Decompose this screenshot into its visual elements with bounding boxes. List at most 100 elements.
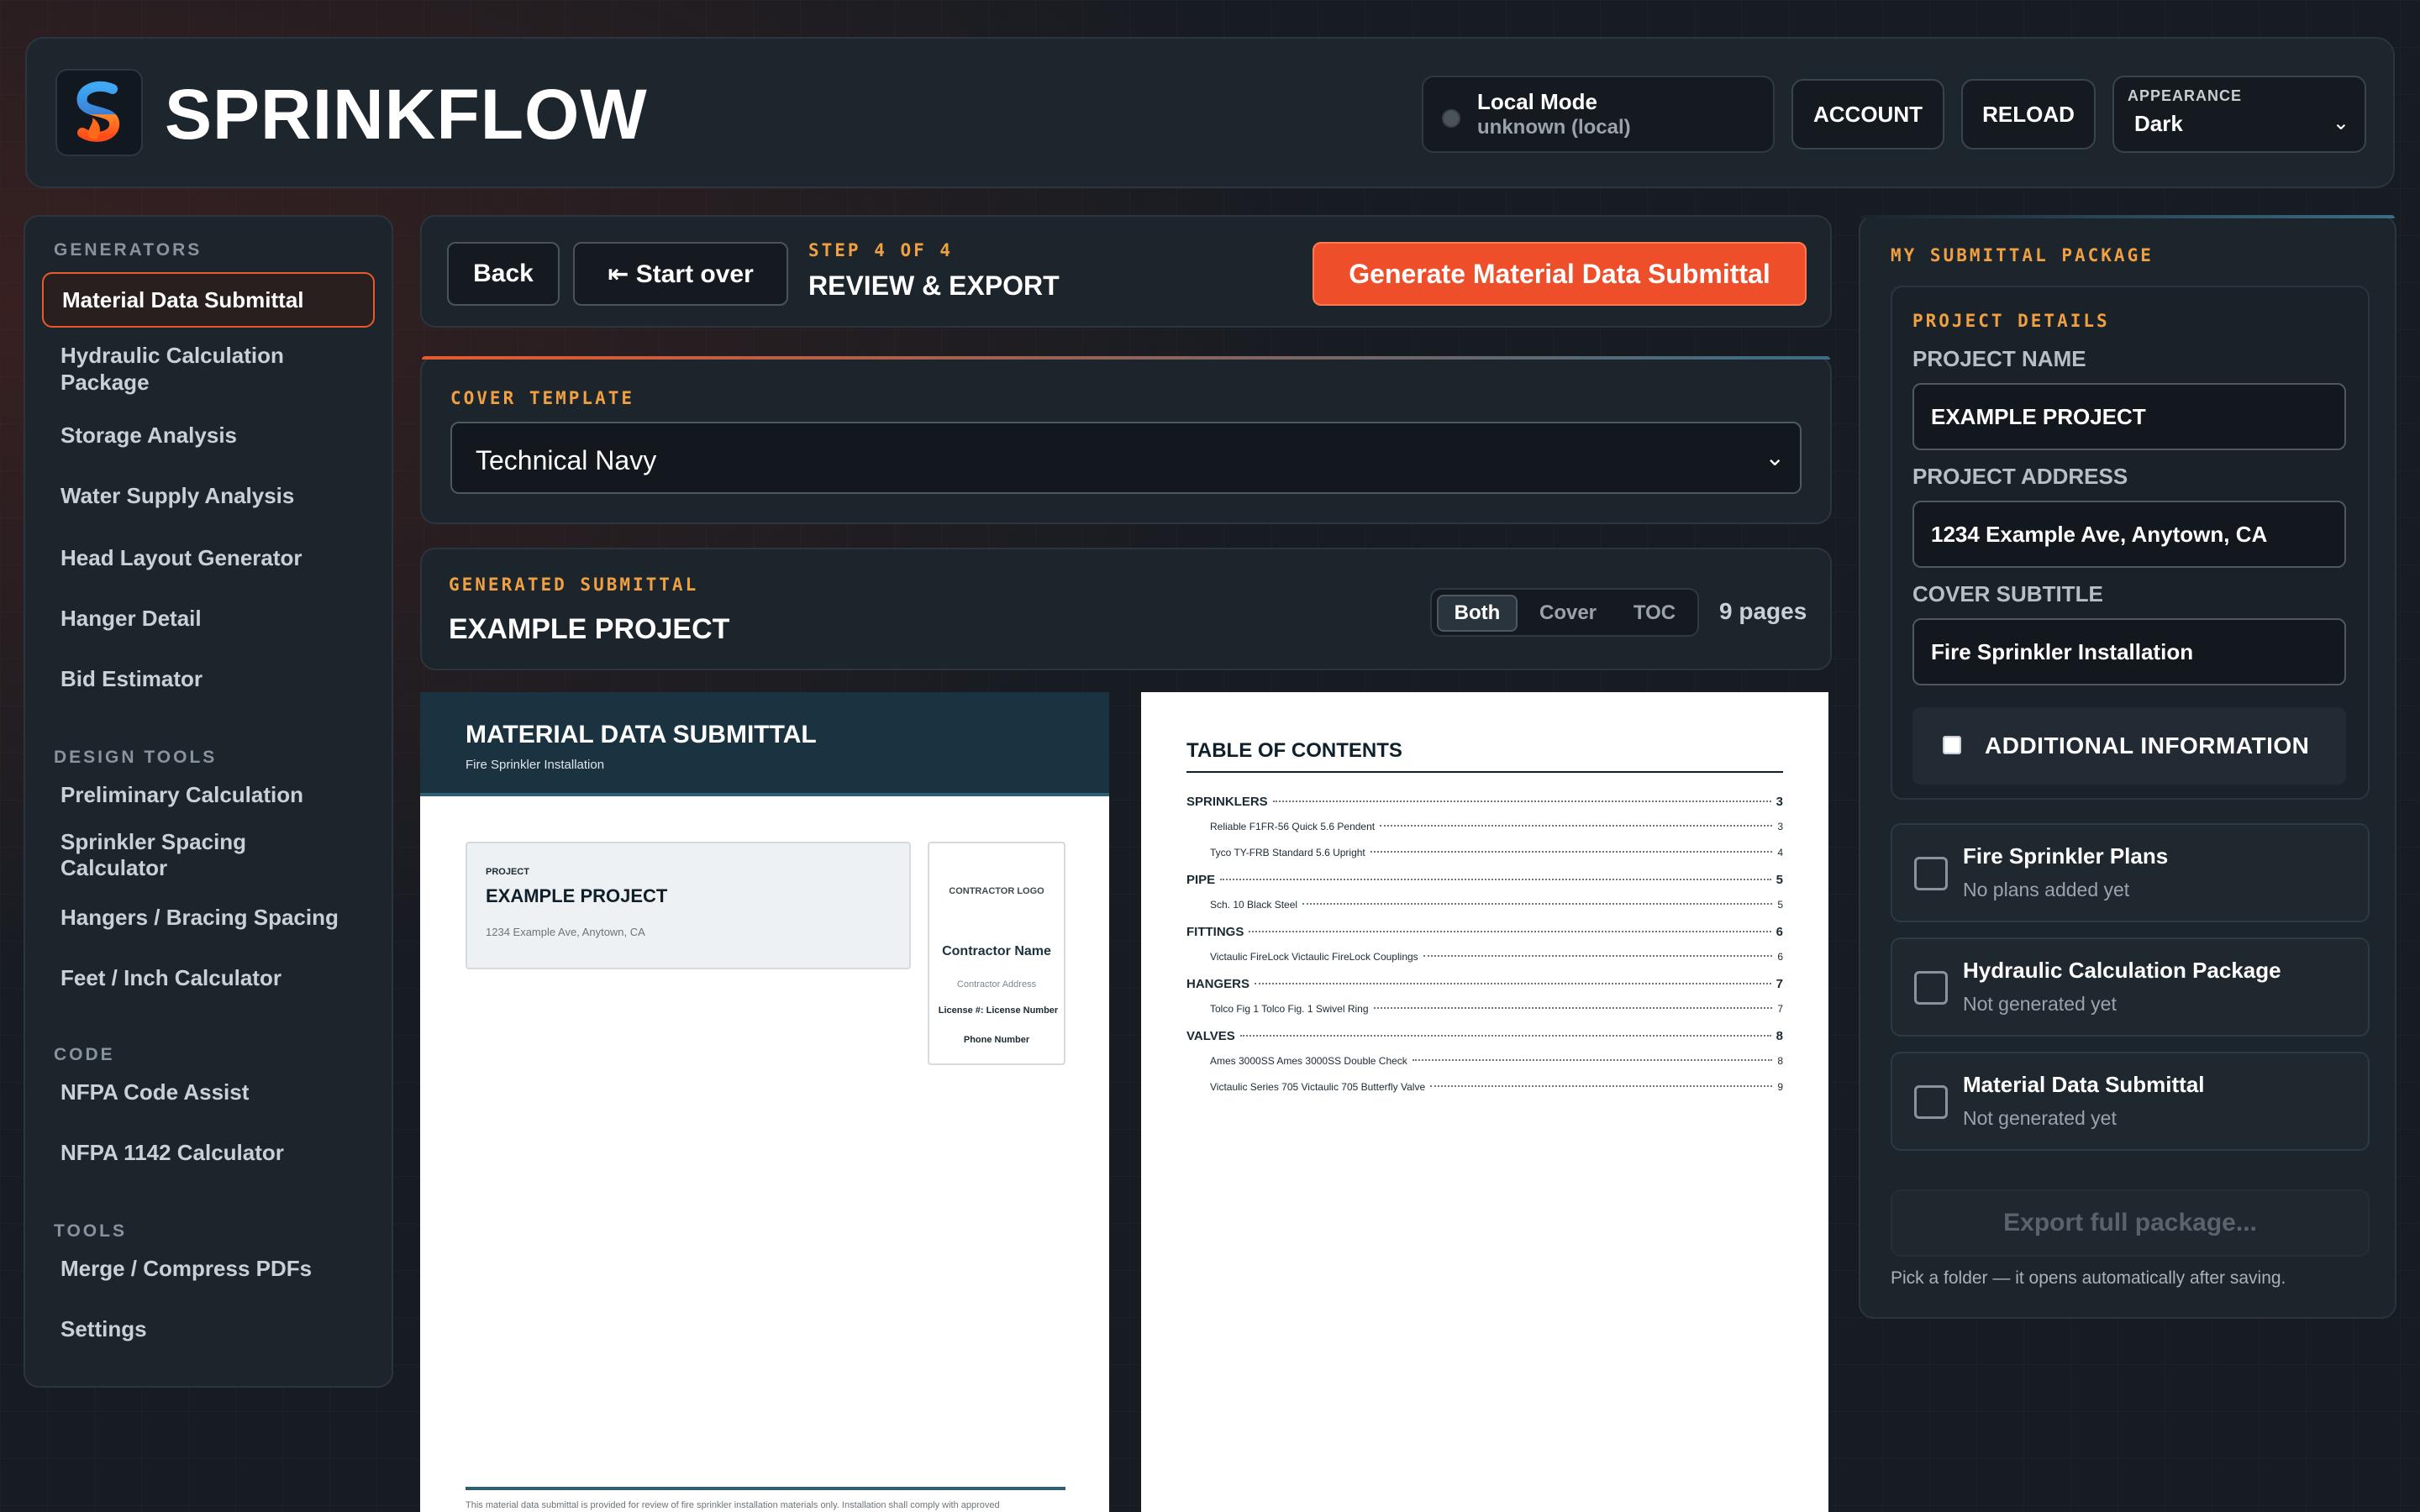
toc-row-page: 6: [1776, 925, 1783, 939]
toc-row-text: SPRINKLERS: [1186, 795, 1268, 809]
sidebar-item-preliminary-calculation[interactable]: Preliminary Calculation: [42, 771, 375, 818]
toc-row-text: Tyco TY-FRB Standard 5.6 Upright: [1210, 847, 1365, 858]
package-item-hydraulic-calculation-package[interactable]: Hydraulic Calculation Package Not genera…: [1891, 937, 2370, 1037]
toc-row-page: 3: [1777, 821, 1783, 832]
package-item-status: No plans added yet: [1963, 879, 2130, 900]
export-hint: Pick a folder — it opens automatically a…: [1891, 1268, 2286, 1288]
sidebar-item-head-layout-generator[interactable]: Head Layout Generator: [42, 534, 375, 581]
sidebar-item-hydraulic-calculation-package[interactable]: Hydraulic Calculation Package: [42, 339, 375, 398]
sidebar-item-feet-inch-calculator[interactable]: Feet / Inch Calculator: [42, 954, 375, 1001]
toc-entry-row: Ames 3000SS Ames 3000SS Double Check 8: [1186, 1055, 1783, 1081]
cover-footer-rule: [466, 1487, 1065, 1490]
generate-submittal-button[interactable]: Generate Material Data Submittal: [1313, 242, 1807, 306]
cover-template-select[interactable]: Technical Navy ⌄: [450, 422, 1802, 494]
chevron-down-icon: ⌄: [2332, 112, 2349, 134]
contractor-name: Contractor Name: [942, 944, 1051, 958]
sidebar-item-settings[interactable]: Settings: [42, 1305, 375, 1352]
contractor-address: Contractor Address: [956, 979, 1037, 990]
reload-button[interactable]: RELOAD: [1961, 79, 2096, 150]
additional-information-checkbox[interactable]: [1943, 736, 1961, 754]
package-item-checkbox[interactable]: [1914, 1085, 1948, 1119]
toc-leader-dots: [1380, 825, 1773, 827]
toc-leader-dots: [1370, 851, 1773, 853]
generated-submittal-panel: GENERATED SUBMITTAL EXAMPLE PROJECT Both…: [420, 548, 1832, 670]
toc-row-page: 4: [1777, 847, 1783, 858]
toc-row-page: 7: [1776, 977, 1783, 991]
toc-row-page: 3: [1776, 795, 1783, 809]
chevron-down-icon: ⌄: [1765, 444, 1785, 470]
export-full-package-button[interactable]: Export full package...: [1891, 1189, 2370, 1257]
contractor-license: License #: License Number: [938, 1005, 1059, 1016]
toc-row-page: 7: [1777, 1003, 1783, 1015]
toc-entry-row: Victaulic FireLock Victaulic FireLock Co…: [1186, 951, 1783, 977]
app-header: SPRINKFLOW Local Mode unknown (local) AC…: [25, 37, 2395, 188]
sidebar-item-bid-estimator[interactable]: Bid Estimator: [42, 655, 375, 702]
mode-title: Local Mode: [1477, 89, 1598, 114]
package-item-fire-sprinkler-plans[interactable]: Fire Sprinkler Plans No plans added yet: [1891, 823, 2370, 922]
step-toolbar: Back ⇤ Start over STEP 4 OF 4 REVIEW & E…: [420, 215, 1832, 328]
package-item-material-data-submittal[interactable]: Material Data Submittal Not generated ye…: [1891, 1052, 2370, 1151]
cover-disclaimer: This material data submittal is provided…: [466, 1500, 1000, 1510]
toc-entry-row: Tyco TY-FRB Standard 5.6 Upright 4: [1186, 847, 1783, 873]
toc-section-row: HANGERS 7: [1186, 977, 1783, 1003]
sidebar-item-hanger-detail[interactable]: Hanger Detail: [42, 595, 375, 642]
sidebar-item-water-supply-analysis[interactable]: Water Supply Analysis: [42, 472, 375, 519]
cover-subtitle-field[interactable]: Fire Sprinkler Installation: [1912, 618, 2346, 685]
submittal-package-label: MY SUBMITTAL PACKAGE: [1891, 245, 2154, 265]
sidebar-item-merge-compress-pdfs[interactable]: Merge / Compress PDFs: [42, 1245, 375, 1292]
package-item-title: Fire Sprinkler Plans: [1963, 843, 2169, 869]
generated-project-title: EXAMPLE PROJECT: [449, 613, 730, 645]
view-cover-tab[interactable]: Cover: [1526, 595, 1610, 632]
cover-page-subtitle: Fire Sprinkler Installation: [466, 758, 605, 772]
app-title: SPRINKFLOW: [165, 75, 648, 154]
view-toc-tab[interactable]: TOC: [1615, 595, 1694, 632]
project-details-label: PROJECT DETAILS: [1912, 311, 2110, 331]
toc-row-page: 5: [1777, 899, 1783, 911]
project-address-field[interactable]: 1234 Example Ave, Anytown, CA: [1912, 501, 2346, 568]
project-name-field[interactable]: EXAMPLE PROJECT: [1912, 383, 2346, 450]
generated-submittal-label: GENERATED SUBMITTAL: [449, 575, 699, 595]
toc-section-row: FITTINGS 6: [1186, 925, 1783, 951]
local-mode-status: Local Mode unknown (local): [1422, 76, 1775, 153]
sidebar-item-sprinkler-spacing-calculator[interactable]: Sprinkler Spacing Calculator: [42, 829, 375, 880]
toc-row-text: Reliable F1FR-56 Quick 5.6 Pendent: [1210, 821, 1376, 832]
sidebar-item-nfpa-code-assist[interactable]: NFPA Code Assist: [42, 1068, 375, 1116]
contractor-logo-placeholder: CONTRACTOR LOGO: [949, 886, 1044, 896]
sidebar: GENERATORS Material Data Submittal Hydra…: [24, 215, 393, 1388]
project-info-card: PROJECT EXAMPLE PROJECT 1234 Example Ave…: [466, 842, 911, 969]
toc-row-page: 9: [1777, 1081, 1783, 1093]
cover-template-label: COVER TEMPLATE: [450, 388, 635, 408]
sidebar-section-tools: TOOLS: [54, 1221, 127, 1241]
toc-leader-dots: [1255, 983, 1771, 984]
toc-row-text: VALVES: [1186, 1029, 1235, 1043]
appearance-select[interactable]: APPEARANCE Dark ⌄: [2112, 76, 2366, 153]
package-item-checkbox[interactable]: [1914, 971, 1948, 1005]
submittal-package-panel: MY SUBMITTAL PACKAGE PROJECT DETAILS PRO…: [1859, 215, 2396, 1319]
additional-information-toggle[interactable]: ADDITIONAL INFORMATION: [1912, 707, 2346, 785]
back-button[interactable]: Back: [447, 242, 560, 306]
cover-page-header: MATERIAL DATA SUBMITTAL Fire Sprinkler I…: [420, 692, 1109, 796]
package-item-title: Material Data Submittal: [1963, 1072, 2205, 1097]
start-over-button[interactable]: ⇤ Start over: [573, 242, 788, 306]
contractor-phone: Phone Number: [963, 1035, 1030, 1045]
sidebar-item-material-data-submittal[interactable]: Material Data Submittal: [42, 272, 375, 328]
step-title: REVIEW & EXPORT: [808, 270, 1060, 301]
project-card-label: PROJECT: [486, 867, 529, 877]
sidebar-item-storage-analysis[interactable]: Storage Analysis: [42, 412, 375, 459]
sidebar-section-design-tools: DESIGN TOOLS: [54, 748, 218, 767]
toc-leader-dots: [1430, 1085, 1773, 1087]
view-both-tab[interactable]: Both: [1437, 595, 1518, 632]
package-item-status: Not generated yet: [1963, 1107, 2117, 1129]
sidebar-item-nfpa-1142-calculator[interactable]: NFPA 1142 Calculator: [42, 1129, 375, 1176]
toc-divider: [1186, 771, 1783, 773]
status-dot-icon: [1442, 109, 1460, 128]
toc-row-text: Tolco Fig 1 Tolco Fig. 1 Swivel Ring: [1210, 1003, 1369, 1015]
sidebar-item-hangers-bracing-spacing[interactable]: Hangers / Bracing Spacing: [42, 894, 375, 941]
cover-template-panel: COVER TEMPLATE Technical Navy ⌄: [420, 356, 1832, 524]
package-item-checkbox[interactable]: [1914, 857, 1948, 890]
account-button[interactable]: ACCOUNT: [1791, 79, 1944, 150]
toc-title: TABLE OF CONTENTS: [1186, 739, 1402, 762]
project-card-name: EXAMPLE PROJECT: [486, 885, 668, 906]
toc-entry-row: Sch. 10 Black Steel 5: [1186, 899, 1783, 925]
toc-entry-row: Tolco Fig 1 Tolco Fig. 1 Swivel Ring 7: [1186, 1003, 1783, 1029]
